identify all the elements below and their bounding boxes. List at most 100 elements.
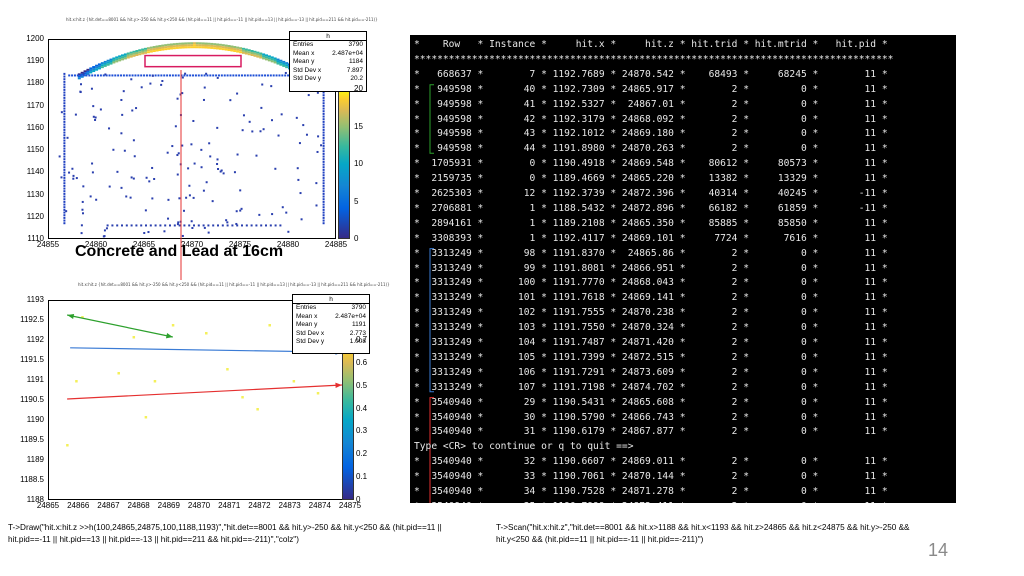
y-tick-label: 1180 (26, 78, 44, 88)
heatmap-cell (322, 176, 325, 179)
heatmap-cell (193, 162, 196, 165)
heatmap-cell (284, 74, 287, 77)
heatmap-cell (63, 155, 66, 158)
heatmap-cell (187, 44, 191, 47)
red-track-arrow-head (335, 382, 342, 389)
heatmap-cell (112, 148, 115, 151)
heatmap-cell (186, 74, 189, 77)
data-point (144, 416, 148, 419)
heatmap-cell (244, 52, 248, 55)
terminal-row: * 3313249 * 107 * 1191.7198 * 24874.702 … (414, 381, 888, 393)
heatmap-cell (91, 74, 94, 77)
heatmap-cell (230, 49, 234, 52)
heatmap-cell (201, 42, 205, 45)
heatmap-cell (146, 47, 150, 50)
heatmap-cell (246, 74, 249, 77)
colorbar-tick-label: 0.6 (356, 357, 368, 367)
heatmap-cell (73, 74, 76, 77)
heatmap-cell (192, 74, 195, 77)
heatmap-cell (270, 58, 274, 61)
heatmap-cell (183, 74, 186, 77)
heatmap-cell (149, 224, 152, 227)
heatmap-cell (63, 222, 66, 225)
heatmap-cell (191, 226, 194, 229)
heatmap-cell (187, 46, 191, 49)
heatmap-cell (174, 125, 177, 128)
heatmap-cell (322, 179, 325, 182)
heatmap-cell (250, 50, 254, 52)
heatmap-cell (227, 45, 231, 48)
heatmap-cell (178, 224, 181, 227)
heatmap-cell (90, 87, 93, 90)
colorbar-tick-label: 0 (356, 495, 361, 504)
heatmap-cell (82, 212, 85, 215)
heatmap-cell (181, 44, 185, 47)
heatmap-cell (322, 187, 325, 190)
heatmap-cell (261, 74, 264, 77)
heatmap-cell (137, 74, 140, 77)
heatmap-cell (236, 48, 240, 51)
terminal-prompt: Type <CR> to continue or q to quit ==> (414, 441, 634, 453)
heatmap-cell (322, 211, 325, 214)
heatmap-cell (270, 85, 273, 88)
stats-label: Mean x (293, 49, 315, 57)
heatmap-cell (322, 195, 325, 198)
heatmap-cell (236, 50, 240, 53)
heatmap-cell (198, 42, 202, 45)
heatmap-cell (205, 181, 208, 184)
heatmap-cell (63, 187, 66, 190)
heatmap-cell (60, 176, 63, 179)
heatmap-cell (151, 74, 154, 77)
heatmap-cell (317, 135, 320, 138)
heatmap-cell (63, 174, 66, 177)
heatmap-cell (116, 170, 119, 173)
heatmap-cell (175, 44, 179, 47)
heatmap-cell (109, 60, 113, 63)
heatmap-cell (300, 218, 303, 221)
heatmap-cell (115, 58, 119, 61)
heatmap-cell (161, 79, 164, 82)
heatmap-cell (207, 42, 211, 45)
heatmap-cell (129, 196, 132, 199)
heatmap-cell (177, 221, 180, 224)
heatmap-cell (273, 59, 277, 62)
heatmap-cell (173, 224, 176, 227)
heatmap-cell (322, 110, 325, 113)
heatmap-cell (63, 91, 66, 94)
heatmap-cell (66, 136, 69, 139)
heatmap-cell (322, 160, 325, 163)
heatmap-cell (63, 86, 66, 89)
colorbar-tick-label: 15 (354, 121, 363, 131)
heatmap-cell (322, 118, 325, 121)
heatmap-cell (106, 61, 110, 64)
heatmap-cell (315, 182, 318, 185)
data-point (205, 332, 208, 335)
heatmap-cell (277, 134, 280, 137)
draw-command-text: T->Draw("hit.x:hit.z >>h(100,24865,24875… (8, 523, 442, 544)
heatmap-cell (260, 106, 263, 109)
heatmap-cell (166, 151, 169, 154)
heatmap-cell (221, 48, 225, 51)
heatmap-cell (242, 114, 245, 117)
heatmap-cell (203, 86, 206, 89)
heatmap-cell (112, 57, 116, 60)
heatmap-cell (100, 62, 104, 65)
heatmap-cell (322, 131, 325, 134)
heatmap-cell (282, 62, 286, 65)
heatmap-cell (97, 65, 101, 68)
terminal-window[interactable]: * Row * Instance * hit.x * hit.z * hit.t… (410, 35, 956, 503)
heatmap-cell (109, 62, 113, 65)
heatmap-cell (99, 108, 102, 111)
heatmap-cell (241, 224, 243, 227)
heatmap-cell (134, 74, 137, 77)
y-tick-label: 1160 (26, 122, 44, 132)
heatmap-cell (120, 74, 123, 77)
heatmap-cell (140, 74, 143, 77)
heatmap-cell (63, 163, 66, 166)
heatmap-cell (77, 77, 81, 80)
heatmap-cell (132, 50, 136, 53)
heatmap-cell (239, 47, 243, 50)
terminal-row: * 3313249 * 106 * 1191.7291 * 24873.609 … (414, 366, 888, 378)
heatmap-cell (209, 155, 212, 158)
stats-value: 2.487e+04 (332, 49, 363, 57)
